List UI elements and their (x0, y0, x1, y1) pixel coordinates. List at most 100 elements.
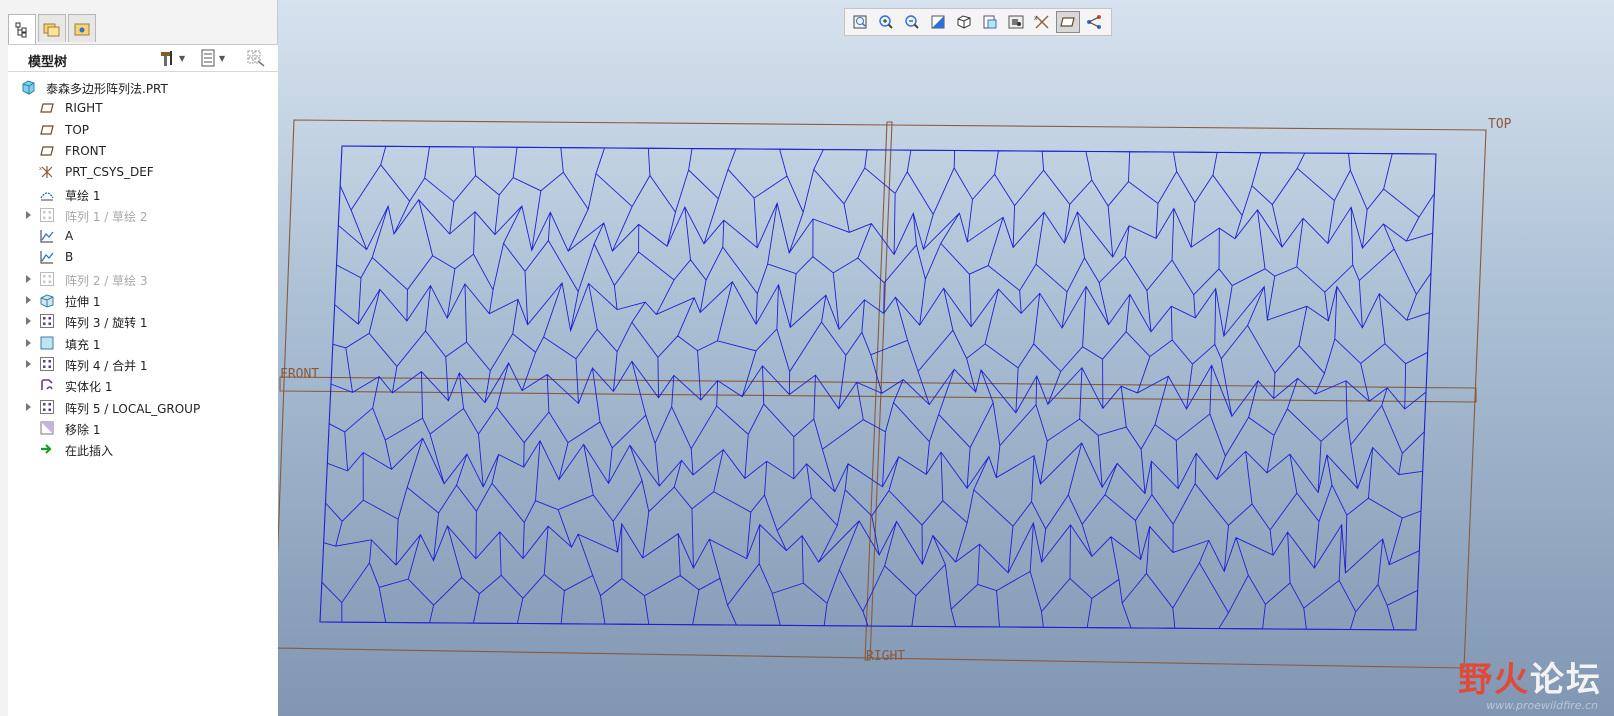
view-manager-icon (1008, 15, 1024, 29)
spin-center-icon (1087, 15, 1101, 29)
front-plane-label: FRONT (280, 367, 319, 382)
tree-item[interactable]: 移除 1 (8, 418, 276, 438)
zoom-in-icon (879, 15, 893, 29)
plane-display-button[interactable] (1056, 11, 1080, 33)
expand-arrow-icon[interactable] (26, 210, 31, 219)
tree-item[interactable]: 阵列 5 / LOCAL_GROUP (8, 397, 276, 417)
show-menu-button[interactable]: ▼ (200, 48, 225, 68)
tree-item-label: B (65, 250, 74, 265)
tree-item[interactable]: 拉伸 1 (8, 290, 276, 310)
datum-display-icon: x (1034, 15, 1049, 29)
tree-item[interactable]: 草绘 1 (8, 184, 276, 204)
tree-item[interactable]: 阵列 2 / 草绘 3 (8, 269, 276, 289)
filter-grid-icon (247, 50, 265, 67)
tree-item[interactable]: FRONT (8, 141, 276, 161)
model-tree-tab[interactable] (8, 14, 36, 44)
tree-item-label: 拉伸 1 (65, 295, 101, 309)
graph-icon (39, 249, 55, 265)
tree-item-label: 阵列 3 / 旋转 1 (65, 316, 148, 331)
expand-arrow-icon[interactable] (26, 317, 31, 326)
svg-text:x: x (1034, 15, 1038, 22)
model-tree-title: 模型树 (28, 55, 68, 70)
spin-center-button[interactable] (1082, 11, 1106, 33)
tree-item[interactable]: RIGHT (8, 98, 276, 118)
tree-item[interactable]: 填充 1 (8, 333, 276, 353)
filter-button[interactable] (246, 48, 266, 68)
repaint-button[interactable] (926, 11, 950, 33)
zoom-in-button[interactable] (874, 11, 898, 33)
tree-item[interactable]: 阵列 3 / 旋转 1 (8, 311, 276, 331)
tree-item-label: 在此插入 (65, 444, 114, 459)
insert-arrow-icon (39, 441, 55, 457)
tree-item[interactable]: 实体化 1 (8, 375, 276, 395)
tree-item-label: TOP (65, 122, 90, 137)
folder-browser-tab[interactable] (38, 14, 66, 42)
tree-item-label: 草绘 1 (65, 188, 101, 203)
expand-arrow-icon[interactable] (26, 274, 31, 283)
fill-icon (39, 335, 55, 351)
tree-item-label: 泰森多边形阵列法.PRT (46, 82, 168, 96)
datum-plane-icon (39, 122, 55, 138)
tree-item-label: 阵列 1 / 草绘 2 (65, 209, 148, 224)
datum-display-button[interactable]: x (1030, 11, 1054, 33)
tree-item-label: 移除 1 (65, 422, 101, 437)
folder-browser-tab-icon (43, 23, 60, 36)
tree-item-label: FRONT (65, 143, 106, 158)
pattern-icon (39, 313, 55, 329)
solidify-icon (39, 377, 55, 393)
chevron-down-icon: ▼ (179, 53, 186, 63)
tree-item-label: 实体化 1 (65, 380, 113, 395)
panel-tabs (8, 14, 98, 44)
watermark-logo: 野火论坛 (1458, 660, 1602, 700)
view-manager-button[interactable] (1004, 11, 1028, 33)
tree-item[interactable]: 阵列 4 / 合并 1 (8, 354, 276, 374)
tree-item-label: PRT_CSYS_DEF (65, 165, 154, 180)
pattern-icon (39, 271, 55, 287)
plane-display-icon (1060, 17, 1075, 27)
chevron-down-icon: ▼ (219, 53, 226, 63)
tree-item[interactable]: TOP (8, 120, 276, 140)
favorites-tab-icon (74, 23, 90, 35)
zoom-out-icon (905, 15, 919, 29)
expand-arrow-icon[interactable] (26, 296, 31, 304)
tree-item-label: 填充 1 (65, 337, 101, 352)
tree-item[interactable]: 在此插入 (8, 439, 276, 459)
list-settings-icon (201, 49, 215, 67)
model-scene[interactable]: TOP RIGHT FRONT (278, 0, 1614, 716)
model-tree-tab-icon (15, 22, 27, 37)
graph-icon (39, 228, 55, 244)
refit-icon (853, 15, 867, 29)
tree-item-label: 阵列 5 / LOCAL_GROUP (65, 401, 201, 416)
view-toolbar: x (844, 8, 1112, 36)
svg-text:x: x (39, 166, 42, 172)
tree-settings-button[interactable]: ▼ (158, 48, 185, 68)
datum-plane-icon (39, 143, 55, 159)
favorites-tab[interactable] (68, 14, 96, 42)
pattern-icon (39, 207, 55, 223)
display-style-button[interactable] (952, 11, 976, 33)
tree-item[interactable]: x PRT_CSYS_DEF (8, 162, 276, 182)
part-icon (20, 79, 36, 95)
saved-orientations-button[interactable] (978, 11, 1002, 33)
expand-arrow-icon[interactable] (26, 402, 31, 411)
voronoi-mesh-lines (319, 145, 1437, 631)
tree-item[interactable]: B (8, 247, 276, 267)
datum-plane-icon (39, 100, 55, 116)
tree-item-label: A (65, 229, 74, 244)
model-tree-header: 模型树 ▼ ▼ (8, 44, 278, 72)
hammer-icon (161, 51, 172, 66)
expand-arrow-icon[interactable] (26, 359, 31, 368)
sketch-icon (39, 186, 55, 202)
tree-item[interactable]: 阵列 1 / 草绘 2 (8, 205, 276, 225)
tree-item[interactable]: A (8, 226, 276, 246)
refit-button[interactable] (848, 11, 872, 33)
navigator-panel: 模型树 ▼ ▼ 泰森多边形阵列法.PRT RIGHT TOP FRONT x P… (0, 0, 278, 716)
tree-item[interactable]: 泰森多边形阵列法.PRT (8, 77, 276, 97)
graphics-window[interactable]: TOP RIGHT FRONT x 野火论坛 www.proewildfire.cn (278, 0, 1614, 716)
remove-icon (39, 420, 55, 436)
model-tree: 泰森多边形阵列法.PRT RIGHT TOP FRONT x PRT_CSYS_DEF 草绘… (8, 72, 278, 716)
csys-icon: x (39, 164, 55, 180)
zoom-out-button[interactable] (900, 11, 924, 33)
expand-arrow-icon[interactable] (26, 338, 31, 347)
top-datum-plane (278, 119, 1487, 669)
